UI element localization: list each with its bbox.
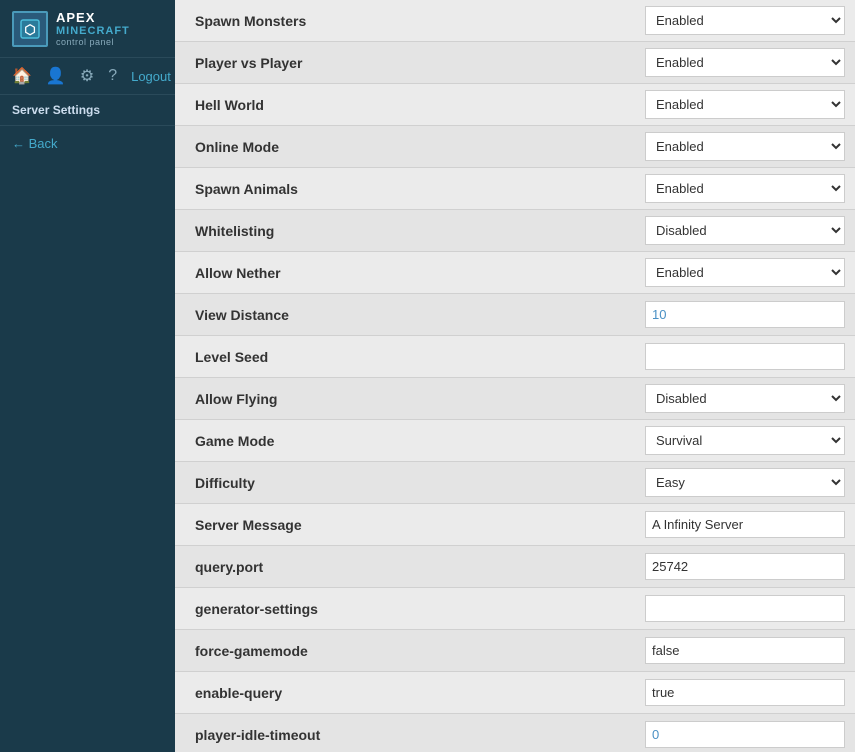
setting-label: View Distance bbox=[175, 297, 635, 333]
table-row: Spawn Animals EnabledDisabled bbox=[175, 168, 855, 210]
setting-input[interactable] bbox=[645, 553, 845, 580]
setting-select[interactable]: EnabledDisabled bbox=[645, 216, 845, 245]
sidebar: ⬡ APEX MINECRAFT control panel 🏠 👤 ⚙ ? L… bbox=[0, 0, 175, 752]
setting-label: Online Mode bbox=[175, 129, 635, 165]
table-row: force-gamemode bbox=[175, 630, 855, 672]
table-row: Game Mode SurvivalCreativeAdventureSpecta… bbox=[175, 420, 855, 462]
settings-icon[interactable]: ⚙ bbox=[80, 66, 94, 86]
setting-label: Player vs Player bbox=[175, 45, 635, 81]
main-content: Spawn MonstersEnabledDisabledPlayer vs P… bbox=[175, 0, 855, 752]
sidebar-section-label: Server Settings bbox=[0, 95, 175, 126]
setting-label: enable-query bbox=[175, 675, 635, 711]
setting-label: Game Mode bbox=[175, 423, 635, 459]
brand-control: control panel bbox=[56, 37, 130, 47]
users-icon[interactable]: 👤 bbox=[46, 66, 66, 86]
table-row: Allow Nether EnabledDisabled bbox=[175, 252, 855, 294]
table-row: Server Message bbox=[175, 504, 855, 546]
table-row: Spawn Monsters EnabledDisabled bbox=[175, 0, 855, 42]
sidebar-header: ⬡ APEX MINECRAFT control panel bbox=[0, 0, 175, 58]
setting-input[interactable] bbox=[645, 301, 845, 328]
setting-label: generator-settings bbox=[175, 591, 635, 627]
settings-list: Spawn MonstersEnabledDisabledPlayer vs P… bbox=[175, 0, 855, 752]
setting-label: player-idle-timeout bbox=[175, 717, 635, 752]
help-icon[interactable]: ? bbox=[108, 67, 117, 85]
table-row: player-idle-timeout bbox=[175, 714, 855, 752]
setting-input[interactable] bbox=[645, 511, 845, 538]
table-row: Online Mode EnabledDisabled bbox=[175, 126, 855, 168]
setting-label: Allow Flying bbox=[175, 381, 635, 417]
setting-input[interactable] bbox=[645, 637, 845, 664]
table-row: Level Seed bbox=[175, 336, 855, 378]
setting-input[interactable] bbox=[645, 595, 845, 622]
setting-label: Difficulty bbox=[175, 465, 635, 501]
setting-label: Spawn Monsters bbox=[175, 3, 635, 39]
svg-text:⬡: ⬡ bbox=[24, 22, 35, 37]
table-row: Player vs Player EnabledDisabled bbox=[175, 42, 855, 84]
setting-label: Allow Nether bbox=[175, 255, 635, 291]
table-row: Whitelisting EnabledDisabled bbox=[175, 210, 855, 252]
back-button[interactable]: ← Back bbox=[0, 126, 175, 161]
brand-text: APEX MINECRAFT control panel bbox=[56, 10, 130, 47]
setting-select[interactable]: EnabledDisabled bbox=[645, 48, 845, 77]
setting-label: Server Message bbox=[175, 507, 635, 543]
brand-minecraft: MINECRAFT bbox=[56, 25, 130, 37]
setting-select[interactable]: EnabledDisabled bbox=[645, 132, 845, 161]
setting-input[interactable] bbox=[645, 343, 845, 370]
brand-apex: APEX bbox=[56, 10, 130, 25]
table-row: enable-query bbox=[175, 672, 855, 714]
setting-select[interactable]: EnabledDisabled bbox=[645, 174, 845, 203]
setting-input[interactable] bbox=[645, 721, 845, 748]
logout-link[interactable]: Logout bbox=[131, 69, 171, 84]
setting-select[interactable]: EnabledDisabled bbox=[645, 90, 845, 119]
setting-select[interactable]: EnabledDisabled bbox=[645, 384, 845, 413]
setting-label: query.port bbox=[175, 549, 635, 585]
table-row: query.port bbox=[175, 546, 855, 588]
setting-select[interactable]: EnabledDisabled bbox=[645, 6, 845, 35]
table-row: generator-settings bbox=[175, 588, 855, 630]
setting-label: Spawn Animals bbox=[175, 171, 635, 207]
setting-input[interactable] bbox=[645, 679, 845, 706]
setting-select[interactable]: EnabledDisabled bbox=[645, 258, 845, 287]
setting-label: Level Seed bbox=[175, 339, 635, 375]
setting-label: force-gamemode bbox=[175, 633, 635, 669]
logo-icon: ⬡ bbox=[12, 11, 48, 47]
setting-label: Hell World bbox=[175, 87, 635, 123]
sidebar-nav: 🏠 👤 ⚙ ? Logout bbox=[0, 58, 175, 95]
table-row: View Distance bbox=[175, 294, 855, 336]
home-icon[interactable]: 🏠 bbox=[12, 66, 32, 86]
setting-label: Whitelisting bbox=[175, 213, 635, 249]
table-row: Difficulty PeacefulEasyNormalHard bbox=[175, 462, 855, 504]
setting-select[interactable]: SurvivalCreativeAdventureSpectator bbox=[645, 426, 845, 455]
setting-select[interactable]: PeacefulEasyNormalHard bbox=[645, 468, 845, 497]
table-row: Hell World EnabledDisabled bbox=[175, 84, 855, 126]
table-row: Allow Flying EnabledDisabled bbox=[175, 378, 855, 420]
